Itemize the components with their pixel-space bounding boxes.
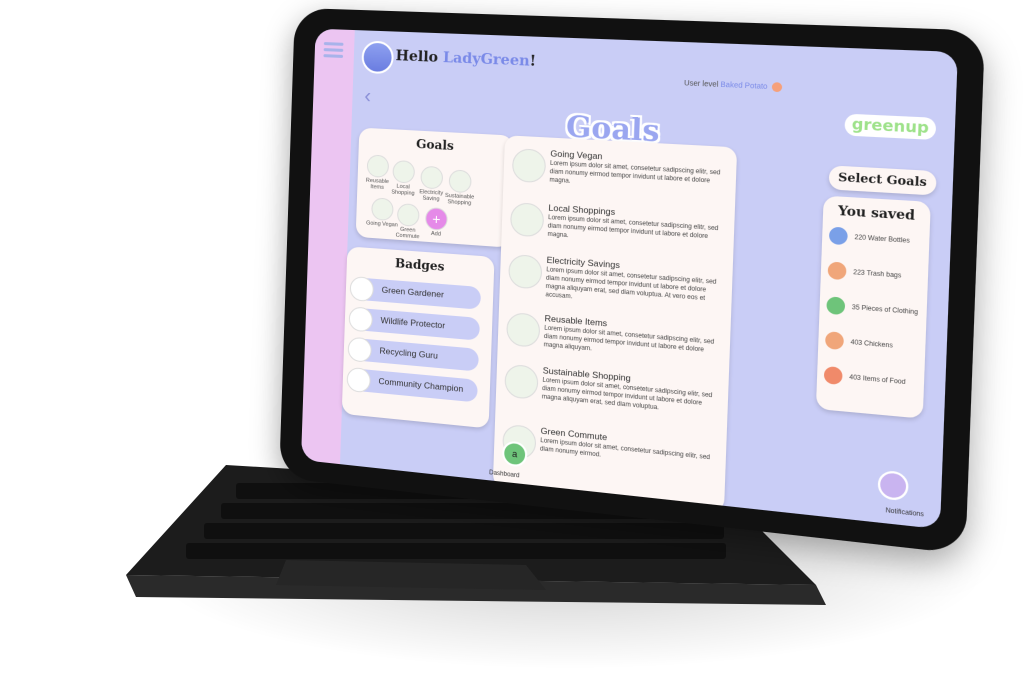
greeting-exclaim: ! (529, 53, 537, 71)
recycle-icon (347, 336, 373, 363)
saved-item-label: 403 Chickens (850, 339, 893, 350)
sprout-icon (371, 197, 394, 222)
header: Hello LadyGreen! (361, 40, 945, 98)
goals-panel-title: Goals (415, 136, 455, 154)
bulb-icon (420, 165, 444, 190)
saved-item: 220 Water Bottles (828, 226, 927, 246)
goal-chip-sustainable[interactable]: Sustainable Shopping (443, 169, 477, 207)
saved-item-label: 403 Items of Food (849, 374, 906, 387)
user-level-label: User level (683, 79, 719, 89)
animal-icon (348, 306, 374, 333)
goal-item-commute[interactable]: Green Commute Lorem ipsum dolor sit amet,… (502, 422, 717, 461)
badge-label: Recycling Guru (379, 345, 439, 361)
select-goals-button[interactable]: Select Goals (828, 165, 937, 196)
goal-item-vegan[interactable]: Going Vegan Lorem ipsum dolor sit amet, c… (511, 146, 728, 185)
saved-item: 35 Pieces of Clothing (826, 296, 925, 316)
goal-chip-label: Green Commute (395, 226, 420, 241)
goal-item-desc: Lorem ipsum dolor sit amet, consetetur s… (545, 267, 717, 303)
goal-item-sustainable[interactable]: Sustainable Shopping Lorem ipsum dolor si… (504, 362, 719, 411)
add-goal-button[interactable]: + Add (420, 206, 453, 239)
food-icon (823, 365, 843, 386)
greeting: Hello LadyGreen! (395, 48, 536, 70)
goal-item-reusable[interactable]: Reusable Items Lorem ipsum dolor sit amet… (505, 310, 722, 354)
app-logo: greenup (844, 113, 937, 141)
community-icon (346, 366, 371, 394)
water-bottle-icon (828, 226, 848, 246)
goal-item-desc: Lorem ipsum dolor sit amet, consetetur s… (543, 325, 715, 354)
user-level-value: Baked Potato (720, 81, 768, 91)
saved-item-label: 223 Trash bags (853, 269, 902, 280)
badge-community-champion[interactable]: Community Champion (346, 366, 478, 403)
chicken-icon (824, 331, 845, 351)
goal-item-desc: Lorem ipsum dolor sit amet, consetetur s… (547, 214, 719, 241)
goal-item-desc: Lorem ipsum dolor sit amet, consetetur s… (539, 437, 711, 462)
saved-item: 223 Trash bags (827, 261, 926, 281)
tablet: Hello LadyGreen! User level Baked Potato… (279, 7, 986, 555)
plus-icon: + (424, 206, 448, 231)
goal-chip-label: Sustainable Shopping (444, 192, 475, 207)
badge-label: Community Champion (378, 375, 464, 394)
goal-item-desc: Lorem ipsum dolor sit amet, consetetur s… (549, 160, 721, 185)
saved-item-label: 35 Pieces of Clothing (851, 304, 919, 317)
clothing-icon (826, 296, 846, 316)
avatar[interactable] (361, 40, 395, 75)
goal-chip-label: Local Shopping (391, 183, 415, 197)
greeting-word: Hello (395, 47, 439, 66)
goal-item-local[interactable]: Local Shoppings Lorem ipsum dolor sit ame… (509, 200, 726, 240)
you-saved-panel: You saved 220 Water Bottles 223 Trash ba… (815, 195, 931, 419)
badge-label: Wildlife Protector (380, 314, 446, 331)
app-screen: Hello LadyGreen! User level Baked Potato… (300, 28, 958, 530)
potato-icon (771, 82, 783, 93)
notifications-button[interactable] (877, 469, 909, 502)
goal-item-electricity[interactable]: Electricity Savings Lorem ipsum dolor sit… (508, 252, 724, 302)
notifications-label: Notifications (885, 507, 924, 519)
bag-icon (448, 169, 472, 194)
menu-icon[interactable] (323, 39, 344, 62)
sprout-icon (511, 148, 547, 184)
bicycle-icon (396, 203, 420, 227)
goal-chip-label: Reusable Items (365, 177, 390, 191)
bag-icon (504, 363, 539, 400)
plant-icon (349, 275, 375, 303)
bulb-icon (508, 253, 543, 290)
shop-icon (509, 202, 545, 238)
back-chevron-icon[interactable]: ‹ (364, 85, 371, 109)
badge-label: Green Gardener (381, 284, 445, 300)
saved-item: 403 Chickens (824, 331, 923, 351)
reusable-icon (505, 311, 541, 348)
goal-chip-label: Add (430, 230, 441, 238)
saved-item-label: 220 Water Bottles (854, 234, 910, 245)
product-mockup: Hello LadyGreen! User level Baked Potato… (0, 0, 1024, 683)
goal-chip-label: Electricity Saving (419, 189, 444, 203)
goal-list-panel: Going Vegan Lorem ipsum dolor sit amet, c… (492, 135, 738, 513)
reusable-icon (366, 154, 390, 179)
saved-item: 403 Items of Food (823, 365, 922, 386)
badges-panel: Badges Green Gardener Wildlife Protector… (341, 246, 495, 429)
goals-panel: Goals Reusable Items Local Shopping Elec… (355, 127, 514, 248)
badge-wildlife-protector[interactable]: Wildlife Protector (348, 306, 481, 341)
shop-icon (392, 159, 416, 184)
badge-recycling-guru[interactable]: Recycling Guru (347, 336, 479, 372)
trash-bag-icon (827, 261, 847, 281)
badges-panel-title: Badges (394, 255, 445, 274)
username: LadyGreen (442, 49, 530, 70)
badge-green-gardener[interactable]: Green Gardener (349, 275, 482, 310)
you-saved-title: You saved (837, 203, 916, 224)
